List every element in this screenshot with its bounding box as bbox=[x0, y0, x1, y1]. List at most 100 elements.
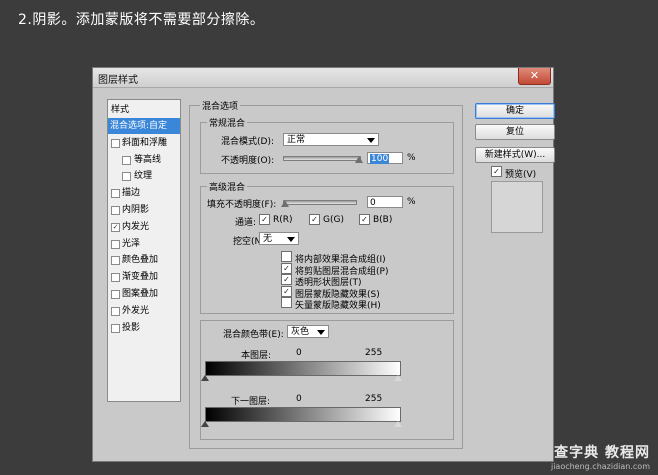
style-list-item[interactable]: 颜色叠加 bbox=[108, 252, 180, 268]
advanced-option-checkbox[interactable]: ✓ bbox=[281, 285, 292, 297]
preview-checkbox[interactable]: ✓ bbox=[491, 166, 502, 177]
this-layer-black-stop[interactable] bbox=[201, 375, 209, 381]
style-list-item[interactable]: 纹理 bbox=[108, 168, 180, 184]
advanced-option-checkbox[interactable] bbox=[281, 251, 292, 262]
channel-g-checkbox[interactable]: ✓ bbox=[309, 214, 320, 225]
preview-label: 预览(V) bbox=[505, 170, 537, 180]
style-list-item-label: 光泽 bbox=[122, 238, 141, 249]
watermark-url: jiaocheng.chazidian.com bbox=[550, 462, 650, 471]
style-checkbox[interactable] bbox=[111, 138, 120, 148]
general-blending-group: 常规混合 混合模式(D): 正常 不透明度(O): 100 % bbox=[200, 116, 454, 174]
knockout-value: 无 bbox=[263, 234, 273, 244]
tutorial-caption: 2.阴影。添加蒙版将不需要部分擦除。 bbox=[18, 12, 265, 28]
style-checkbox[interactable] bbox=[111, 306, 120, 316]
advanced-option-checkbox[interactable] bbox=[281, 297, 292, 308]
style-list-item-label: 斜面和浮雕 bbox=[122, 137, 168, 148]
knockout-select[interactable]: 无 bbox=[259, 232, 299, 245]
style-list-item[interactable]: ✓ 内发光 bbox=[108, 219, 180, 235]
fill-opacity-slider[interactable] bbox=[283, 200, 357, 205]
style-checkbox[interactable] bbox=[111, 256, 120, 266]
underlying-layer-max: 255 bbox=[365, 394, 383, 404]
blend-if-group: 混合颜色带(E): 灰色 本图层: 0 255 下一图层: 0 255 bbox=[200, 320, 454, 440]
underlying-layer-label: 下一图层: bbox=[231, 397, 271, 407]
blend-mode-select[interactable]: 正常 bbox=[283, 133, 379, 146]
general-blending-title: 常规混合 bbox=[207, 116, 248, 129]
chevron-down-icon bbox=[367, 138, 375, 143]
style-list-item-label: 纹理 bbox=[134, 171, 153, 182]
chevron-down-icon bbox=[317, 330, 325, 335]
underlying-layer-min: 0 bbox=[296, 394, 302, 404]
advanced-option-checkbox[interactable]: ✓ bbox=[281, 262, 292, 274]
opacity-unit: % bbox=[407, 153, 416, 163]
style-checkbox[interactable] bbox=[111, 323, 120, 333]
style-list-item-label: 等高线 bbox=[134, 154, 162, 165]
style-list-item[interactable]: 投影 bbox=[108, 320, 180, 336]
style-list-header: 样式 bbox=[111, 105, 130, 115]
style-checkbox[interactable] bbox=[111, 206, 120, 215]
style-checkbox[interactable] bbox=[122, 172, 131, 182]
opacity-slider-thumb[interactable] bbox=[355, 156, 363, 163]
channel-r-label: R(R) bbox=[273, 215, 293, 225]
style-list-item[interactable]: 光泽 bbox=[108, 236, 180, 252]
style-list-item-label: 颜色叠加 bbox=[122, 255, 159, 266]
style-list-item-label: 内发光 bbox=[122, 221, 150, 232]
style-checkbox[interactable] bbox=[122, 155, 131, 165]
style-checkbox[interactable]: ✓ bbox=[111, 222, 120, 232]
advanced-blending-group: 高级混合 填充不透明度(F): 0 % 通道: ✓ R(R) ✓ G(G) ✓ … bbox=[200, 180, 454, 314]
style-preview-swatch bbox=[491, 181, 543, 233]
style-list-item-label: 投影 bbox=[122, 322, 141, 333]
dialog-title: 图层样式 bbox=[98, 75, 138, 86]
watermark-title: 查字典 教程网 bbox=[554, 445, 650, 461]
this-layer-min: 0 bbox=[296, 348, 302, 358]
style-checkbox[interactable] bbox=[111, 290, 120, 299]
ok-button[interactable]: 确定 bbox=[475, 103, 555, 119]
style-list-item-label: 图案叠加 bbox=[122, 289, 159, 299]
new-style-button[interactable]: 新建样式(W)... bbox=[475, 147, 555, 163]
opacity-label: 不透明度(O): bbox=[221, 156, 275, 166]
style-list-item[interactable]: 斜面和浮雕 bbox=[108, 135, 180, 151]
channel-g-label: G(G) bbox=[323, 215, 344, 225]
channel-r-checkbox[interactable]: ✓ bbox=[259, 214, 270, 225]
underlying-layer-white-stop[interactable] bbox=[394, 421, 402, 427]
advanced-option-checkbox[interactable]: ✓ bbox=[281, 274, 292, 285]
style-checkbox[interactable] bbox=[111, 189, 120, 199]
blend-options-group: 混合选项 常规混合 混合模式(D): 正常 不透明度(O): 100 % 高级混… bbox=[189, 99, 463, 449]
opacity-input[interactable]: 100 bbox=[367, 152, 403, 164]
style-list-item-label: 内阴影 bbox=[122, 205, 150, 215]
this-layer-label: 本图层: bbox=[241, 351, 272, 361]
style-list-item[interactable]: 渐变叠加 bbox=[108, 269, 180, 285]
style-checkbox[interactable] bbox=[111, 239, 120, 249]
close-icon: ✕ bbox=[529, 69, 540, 82]
blend-if-label: 混合颜色带(E): bbox=[223, 330, 284, 340]
style-list-item-label: 混合选项:自定 bbox=[110, 121, 168, 131]
blend-mode-value: 正常 bbox=[287, 135, 306, 145]
this-layer-gradient bbox=[205, 361, 401, 376]
underlying-layer-black-stop[interactable] bbox=[201, 421, 209, 427]
watermark: 查字典 教程网 jiaocheng.chazidian.com bbox=[551, 442, 650, 471]
advanced-blending-title: 高级混合 bbox=[207, 180, 248, 193]
style-list: 样式 混合选项:自定 斜面和浮雕 等高线 纹理 描边 内阴影 ✓ 内发光 光泽 颜色叠加 渐变叠加图… bbox=[107, 99, 181, 402]
style-list-item[interactable]: 外发光 bbox=[108, 303, 180, 319]
fill-opacity-label: 填充不透明度(F): bbox=[207, 200, 277, 210]
blend-if-select[interactable]: 灰色 bbox=[287, 325, 329, 338]
blend-if-value: 灰色 bbox=[291, 327, 310, 337]
close-button[interactable]: ✕ bbox=[518, 68, 551, 85]
style-list-item[interactable]: 内阴影 bbox=[108, 202, 180, 218]
style-checkbox[interactable] bbox=[111, 273, 120, 283]
channel-b-label: B(B) bbox=[373, 215, 393, 225]
this-layer-max: 255 bbox=[365, 348, 383, 358]
style-list-item[interactable]: 图案叠加 bbox=[108, 286, 180, 302]
opacity-slider[interactable] bbox=[283, 156, 361, 161]
style-list-item[interactable]: 等高线 bbox=[108, 152, 180, 168]
style-list-item[interactable]: 混合选项:自定 bbox=[108, 118, 180, 134]
fill-opacity-slider-thumb[interactable] bbox=[281, 200, 289, 207]
reset-button[interactable]: 复位 bbox=[475, 124, 555, 140]
channels-label: 通道: bbox=[235, 218, 257, 228]
fill-opacity-input[interactable]: 0 bbox=[367, 196, 403, 208]
dialog-titlebar[interactable]: 图层样式 ✕ bbox=[93, 68, 553, 88]
this-layer-white-stop[interactable] bbox=[394, 375, 402, 381]
channel-b-checkbox[interactable]: ✓ bbox=[359, 214, 370, 225]
style-list-item-label: 渐变叠加 bbox=[122, 272, 159, 283]
style-list-item[interactable]: 描边 bbox=[108, 185, 180, 201]
fill-opacity-unit: % bbox=[407, 197, 416, 207]
